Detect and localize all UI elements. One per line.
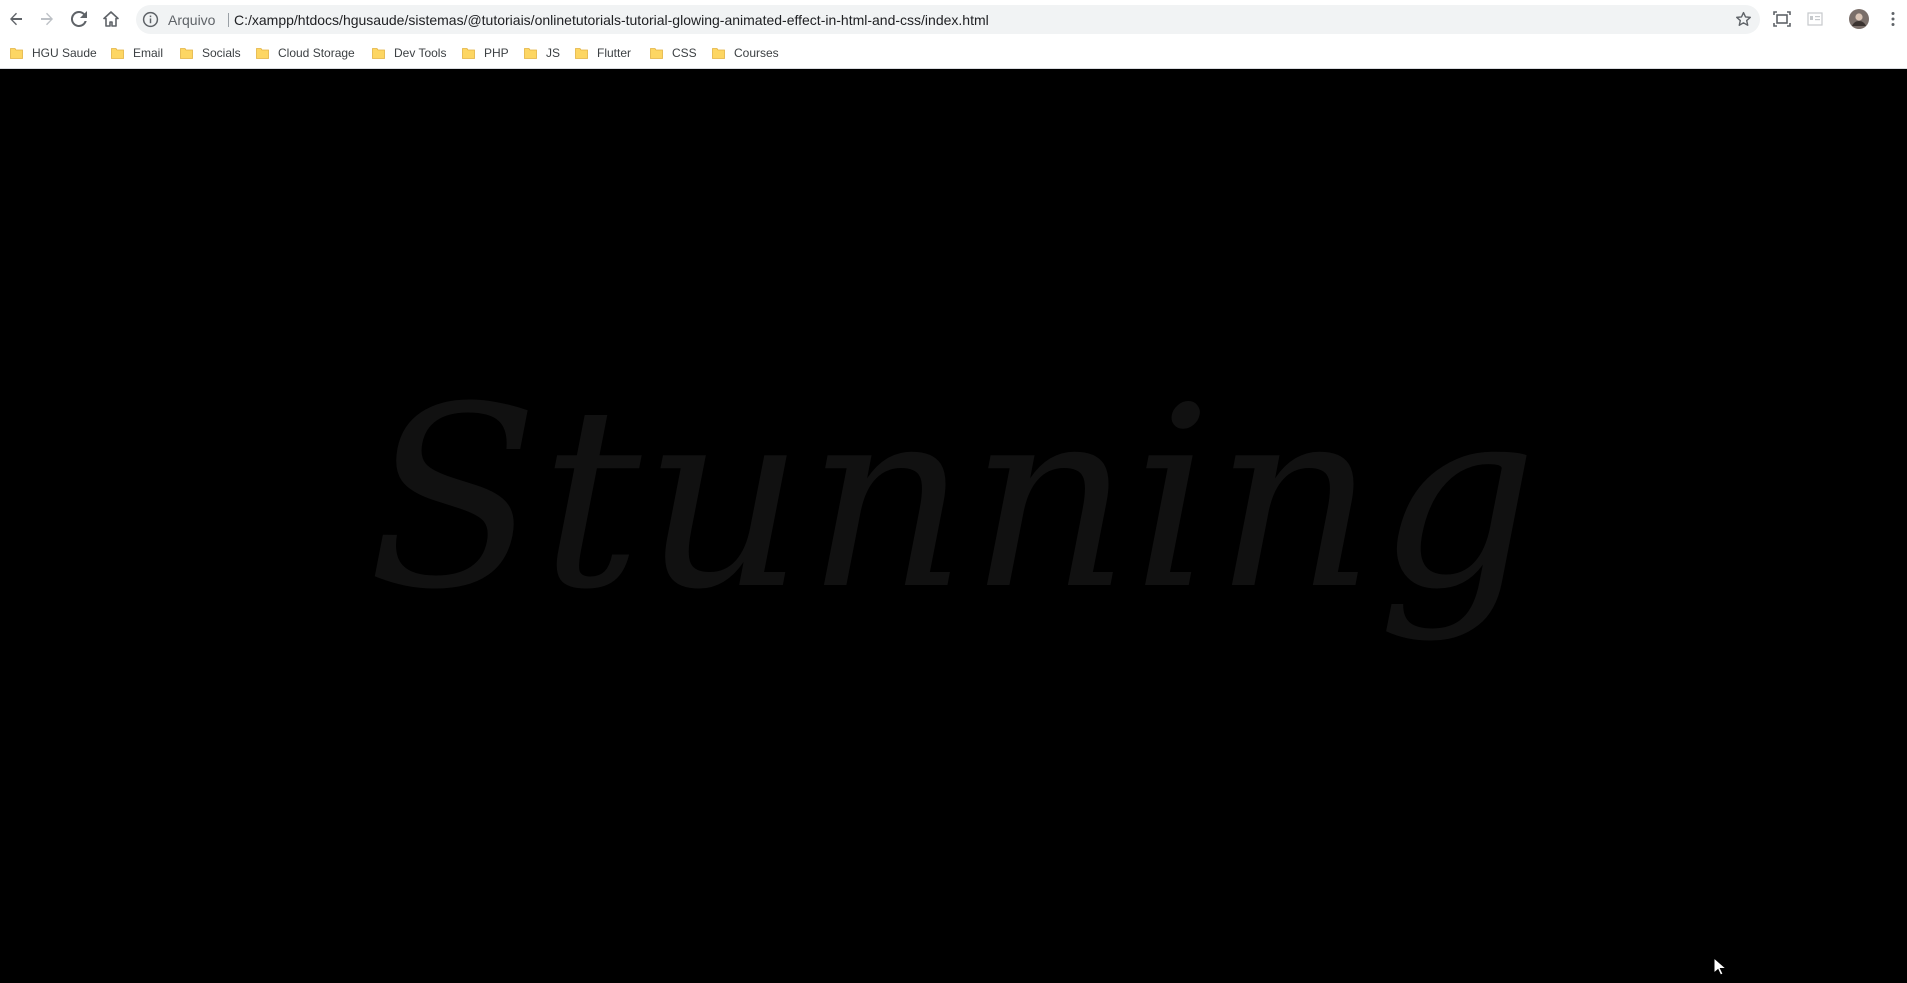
browser-toolbar: Arquivo C:/xampp/htdocs/hgusaude/sistema… <box>0 0 1907 38</box>
url-text[interactable]: C:/xampp/htdocs/hgusaude/sistemas/@tutor… <box>234 12 989 28</box>
star-icon[interactable] <box>1735 11 1752 28</box>
forward-button[interactable] <box>33 5 61 33</box>
folder-icon <box>372 48 385 59</box>
folder-icon <box>462 48 475 59</box>
bookmark-label: Dev Tools <box>394 46 447 60</box>
capture-icon <box>1773 11 1791 27</box>
folder-icon <box>256 48 269 59</box>
bookmark-folder-css[interactable]: CSS <box>650 42 697 64</box>
bookmark-label: PHP <box>484 46 509 60</box>
back-button[interactable] <box>2 5 30 33</box>
reload-button[interactable] <box>65 5 93 33</box>
bookmark-folder-courses[interactable]: Courses <box>712 42 779 64</box>
bookmark-label: CSS <box>672 46 697 60</box>
bookmark-label: Socials <box>202 46 241 60</box>
glowing-heading: Stunning <box>367 353 1540 644</box>
bookmark-folder-js[interactable]: JS <box>524 42 560 64</box>
address-bar[interactable]: Arquivo C:/xampp/htdocs/hgusaude/sistema… <box>136 5 1760 34</box>
omnibox-separator <box>228 13 229 27</box>
bookmark-folder-email[interactable]: Email <box>111 42 163 64</box>
folder-icon <box>712 48 725 59</box>
folder-icon <box>575 48 588 59</box>
page-content: Stunning <box>0 69 1907 983</box>
forward-arrow-icon <box>41 12 53 26</box>
bookmark-label: JS <box>546 46 561 60</box>
folder-icon <box>524 48 537 59</box>
home-button[interactable] <box>97 5 125 33</box>
info-icon[interactable] <box>142 11 159 28</box>
bookmark-label: Cloud Storage <box>278 46 355 60</box>
extension-icon <box>1807 12 1823 26</box>
folder-icon <box>180 48 193 59</box>
mouse-cursor-icon <box>1713 957 1727 976</box>
folder-icon <box>10 48 23 59</box>
extension-button[interactable] <box>1801 5 1829 33</box>
avatar <box>1849 9 1869 29</box>
bookmark-label: Email <box>133 46 164 60</box>
folder-icon <box>111 48 124 59</box>
back-arrow-icon <box>10 12 22 26</box>
profile-button[interactable] <box>1845 5 1873 33</box>
bookmark-folder-dev-tools[interactable]: Dev Tools <box>372 42 446 64</box>
bookmark-label: HGU Saude <box>32 46 97 60</box>
bookmarks-bar: HGU Saude Email Socials Cloud Storage De… <box>0 38 1907 69</box>
folder-icon <box>650 48 663 59</box>
menu-button[interactable] <box>1879 5 1907 33</box>
kebab-menu-icon <box>1891 12 1895 26</box>
origin-label: Arquivo <box>168 12 216 28</box>
capture-button[interactable] <box>1768 5 1796 33</box>
reload-icon <box>71 11 87 27</box>
bookmark-folder-hgu-saude[interactable]: HGU Saude <box>10 42 97 64</box>
bookmark-folder-socials[interactable]: Socials <box>180 42 241 64</box>
bookmark-label: Flutter <box>597 46 632 60</box>
bookmark-folder-flutter[interactable]: Flutter <box>575 42 631 64</box>
bookmark-folder-cloud-storage[interactable]: Cloud Storage <box>256 42 355 64</box>
home-icon <box>103 11 119 27</box>
bookmark-folder-php[interactable]: PHP <box>462 42 509 64</box>
bookmark-label: Courses <box>734 46 779 60</box>
browser-chrome: Arquivo C:/xampp/htdocs/hgusaude/sistema… <box>0 0 1907 69</box>
